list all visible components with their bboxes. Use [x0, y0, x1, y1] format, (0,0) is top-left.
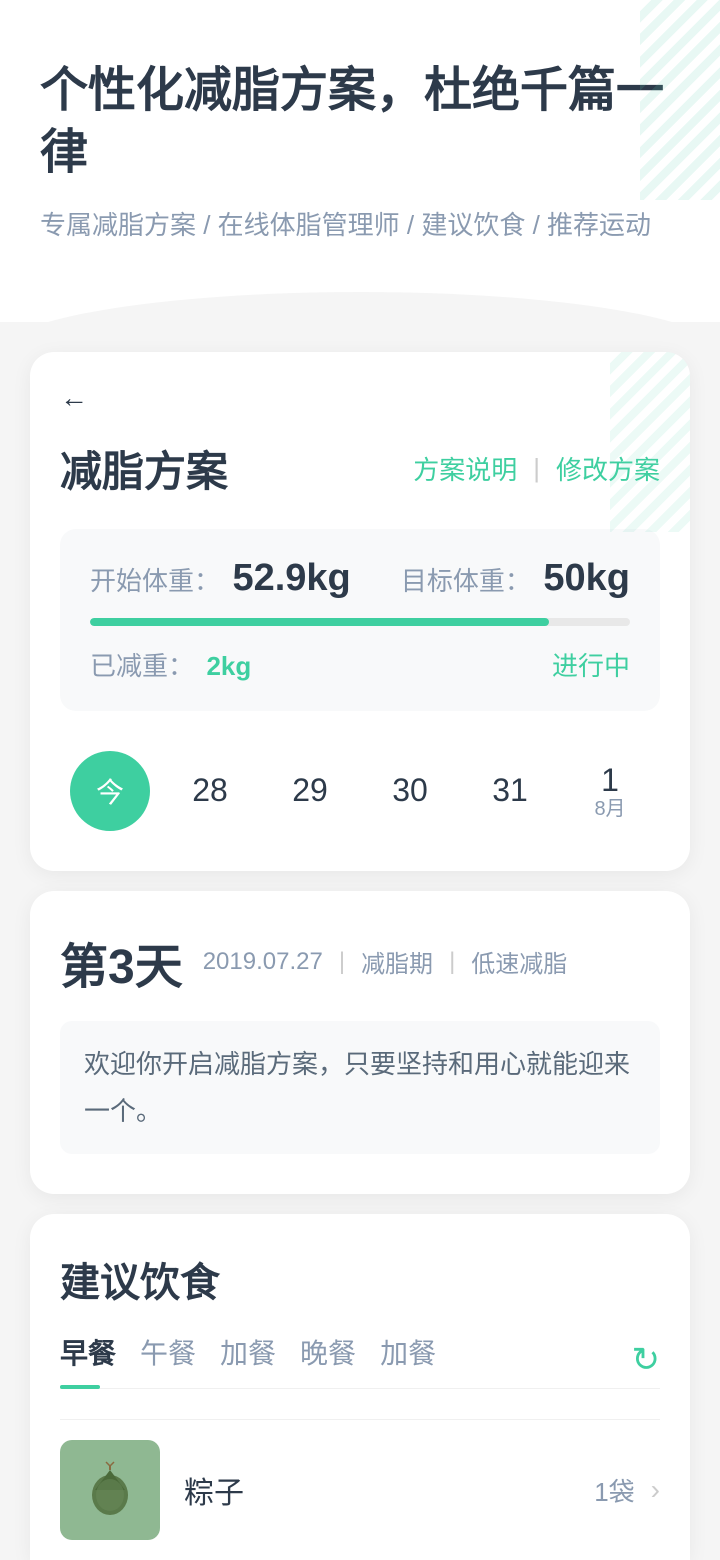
modify-link[interactable]: 修改方案: [556, 450, 660, 487]
main-title: 个性化减脂方案，杜绝千篇一律: [40, 60, 680, 185]
tab-dinner[interactable]: 晚餐: [300, 1332, 380, 1388]
card-title: 减脂方案: [60, 438, 228, 499]
sub-title: 专属减脂方案 / 在线体脂管理师 / 建议饮食 / 推荐运动: [40, 205, 680, 242]
food-name: 粽子: [184, 1468, 594, 1512]
tab-lunch[interactable]: 午餐: [140, 1332, 220, 1388]
today-label: 今: [96, 771, 124, 811]
card-actions: 方案说明 | 修改方案: [413, 450, 660, 487]
back-button[interactable]: ←: [60, 382, 88, 414]
header-section: 个性化减脂方案，杜绝千篇一律 专属减脂方案 / 在线体脂管理师 / 建议饮食 /…: [0, 0, 720, 322]
today-date-item[interactable]: 今: [70, 751, 150, 831]
action-divider: |: [533, 453, 540, 484]
status-tag: 进行中: [552, 646, 630, 683]
lost-label: 已减重：: [90, 651, 194, 681]
tab-snack2[interactable]: 加餐: [380, 1332, 460, 1388]
date-item-1[interactable]: 1 8月: [570, 751, 650, 831]
lost-weight: 已减重： 2kg: [90, 646, 251, 683]
tab-snack1[interactable]: 加餐: [220, 1332, 300, 1388]
day-meta: 2019.07.27 | 减脂期 | 低速减脂: [203, 944, 568, 979]
day-date: 2019.07.27: [203, 948, 323, 976]
food-amount: 1袋: [594, 1472, 634, 1509]
day-header: 第3天 2019.07.27 | 减脂期 | 低速减脂: [60, 927, 660, 997]
explain-link[interactable]: 方案说明: [413, 450, 517, 487]
date-item-30[interactable]: 30: [370, 751, 450, 831]
lost-value: 2kg: [206, 651, 251, 681]
date-label-1: 1: [601, 762, 619, 799]
month-label: 8月: [594, 799, 625, 819]
date-label-29: 29: [292, 772, 328, 809]
welcome-text: 欢迎你开启减脂方案，只要坚持和用心就能迎来一个。: [60, 1021, 660, 1155]
date-label-30: 30: [392, 772, 428, 809]
meta-sep-2: |: [449, 948, 455, 976]
diet-title: 建议饮食: [60, 1250, 660, 1308]
target-label: 目标体重：: [401, 566, 531, 596]
diet-section: 建议饮食 早餐 午餐 加餐 晚餐 加餐 ↻ 粽子 1袋 ›: [30, 1214, 690, 1560]
diet-tabs: 早餐 午餐 加餐 晚餐 加餐 ↻: [60, 1332, 660, 1389]
food-item[interactable]: 粽子 1袋 ›: [60, 1419, 660, 1560]
meta-sep-1: |: [339, 948, 345, 976]
date-item-31[interactable]: 31: [470, 751, 550, 831]
date-label-28: 28: [192, 772, 228, 809]
date-item-29[interactable]: 29: [270, 751, 350, 831]
start-value: 52.9kg: [232, 557, 350, 599]
weight-box: 开始体重： 52.9kg 目标体重： 50kg 已减重： 2kg 进行中: [60, 529, 660, 711]
meta-tag-1: 减脂期: [361, 944, 433, 979]
meta-tag-2: 低速减脂: [471, 944, 567, 979]
day-section: 第3天 2019.07.27 | 减脂期 | 低速减脂 欢迎你开启减脂方案，只要…: [30, 891, 690, 1195]
card-header: 减脂方案 方案说明 | 修改方案: [60, 438, 660, 499]
food-arrow-icon[interactable]: ›: [651, 1474, 660, 1506]
date-row: 今 28 29 30 31 1 8月: [60, 731, 660, 841]
plan-card: ← 减脂方案 方案说明 | 修改方案 开始体重： 52.9kg 目标体重： 50…: [30, 352, 690, 871]
target-weight: 目标体重： 50kg: [401, 557, 630, 600]
weight-row: 开始体重： 52.9kg 目标体重： 50kg: [90, 557, 630, 600]
progress-bar-fill: [90, 618, 549, 626]
weight-status-row: 已减重： 2kg 进行中: [90, 646, 630, 683]
refresh-icon[interactable]: ↻: [632, 1340, 661, 1380]
target-value: 50kg: [543, 557, 630, 599]
progress-bar-background: [90, 618, 630, 626]
start-weight: 开始体重： 52.9kg: [90, 557, 351, 600]
date-item-28[interactable]: 28: [170, 751, 250, 831]
day-title: 第3天: [60, 927, 183, 997]
food-image: [60, 1440, 160, 1540]
tab-breakfast[interactable]: 早餐: [60, 1332, 140, 1388]
date-label-31: 31: [492, 772, 528, 809]
start-label: 开始体重：: [90, 566, 220, 596]
stripe-decoration: [640, 0, 720, 200]
